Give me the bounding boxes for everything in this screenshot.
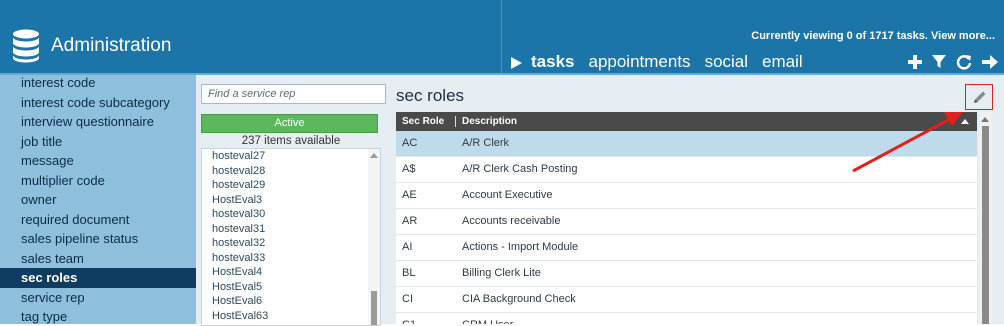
tab-tasks[interactable]: tasks <box>531 52 574 72</box>
list-item[interactable]: hosteval27 <box>202 149 380 164</box>
sidebar-item-sec-roles[interactable]: sec roles <box>0 268 196 288</box>
cell-sec-role: BL <box>402 267 416 279</box>
column-divider <box>455 116 456 127</box>
cell-description: CRM User <box>462 313 513 324</box>
cell-sec-role: AE <box>402 189 417 201</box>
table-row[interactable]: BL Billing Clerk Lite <box>396 261 977 287</box>
sort-ascending-icon[interactable] <box>961 119 969 124</box>
list-item[interactable]: HostEval63 <box>202 309 380 324</box>
table-row[interactable]: C1 CRM User <box>396 313 977 324</box>
sidebar-item-message[interactable]: message <box>0 151 196 171</box>
edit-button[interactable] <box>965 84 993 110</box>
cell-sec-role: C1 <box>402 313 416 324</box>
list-item[interactable]: hosteval28 <box>202 164 380 179</box>
cell-description: A/R Clerk Cash Posting <box>462 163 578 175</box>
service-rep-search-input[interactable] <box>201 84 386 104</box>
tasks-viewing-link[interactable]: Currently viewing 0 of 1717 tasks. View … <box>751 30 995 42</box>
filter-icon[interactable] <box>932 55 946 69</box>
table-row[interactable]: AI Actions - Import Module <box>396 235 977 261</box>
header-actions <box>908 54 998 70</box>
cell-sec-role: CI <box>402 293 413 305</box>
cell-sec-role: AI <box>402 241 413 253</box>
refresh-icon[interactable] <box>956 54 972 70</box>
list-item[interactable]: HostEval5 <box>202 280 380 295</box>
list-item[interactable]: hosteval32 <box>202 236 380 251</box>
cell-description: Account Executive <box>462 189 553 201</box>
cell-description: Billing Clerk Lite <box>462 267 541 279</box>
arrow-right-icon[interactable] <box>982 55 998 69</box>
column-header-description[interactable]: Description <box>462 112 517 131</box>
sidebar-item-job-title[interactable]: job title <box>0 132 196 152</box>
sidebar-item-tag-type[interactable]: tag type <box>0 307 196 324</box>
cell-description: Accounts receivable <box>462 215 561 227</box>
list-item[interactable]: hosteval30 <box>202 207 380 222</box>
cell-sec-role: AR <box>402 215 418 227</box>
cell-description: A/R Clerk <box>462 137 510 149</box>
top-header: Administration Currently viewing 0 of 17… <box>0 0 1004 75</box>
sec-roles-table: Sec Role Description AC A/R Clerk A$ A/R… <box>396 112 977 324</box>
scroll-up-icon[interactable] <box>370 153 378 158</box>
list-item[interactable]: HostEval4 <box>202 265 380 280</box>
plus-icon[interactable] <box>908 55 922 69</box>
play-icon[interactable] <box>511 57 522 69</box>
sidebar-item-service-rep[interactable]: service rep <box>0 288 196 308</box>
activity-nav: tasks appointments social email <box>531 52 803 72</box>
tab-social[interactable]: social <box>705 52 748 72</box>
tab-appointments[interactable]: appointments <box>588 52 690 72</box>
table-row[interactable]: CI CIA Background Check <box>396 287 977 313</box>
table-header: Sec Role Description <box>396 112 977 131</box>
scroll-up-icon[interactable] <box>981 117 989 122</box>
cell-description: Actions - Import Module <box>462 241 579 253</box>
sidebar-item-sales-pipeline-status[interactable]: sales pipeline status <box>0 229 196 249</box>
table-row[interactable]: AC A/R Clerk <box>396 131 977 157</box>
service-rep-panel: Active 237 items available hosteval27 ho… <box>196 75 386 326</box>
cell-description: CIA Background Check <box>462 293 576 305</box>
column-header-sec-role[interactable]: Sec Role <box>402 112 444 131</box>
table-scrollbar[interactable] <box>979 112 992 324</box>
header-divider <box>501 0 502 75</box>
list-item[interactable]: hosteval33 <box>202 251 380 266</box>
list-item[interactable]: hosteval31 <box>202 222 380 237</box>
active-filter-tab[interactable]: Active <box>201 114 378 133</box>
sidebar-item-multiplier-code[interactable]: multiplier code <box>0 171 196 191</box>
list-item[interactable]: hosteval29 <box>202 178 380 193</box>
admin-sidebar: interest code interest code subcategory … <box>0 75 196 324</box>
cell-sec-role: AC <box>402 137 418 149</box>
service-rep-list: hosteval27 hosteval28 hosteval29 HostEva… <box>201 148 381 326</box>
pencil-icon <box>974 91 986 103</box>
list-item[interactable]: HostEval6 <box>202 294 380 309</box>
scroll-thumb[interactable] <box>982 126 989 324</box>
items-available-count: 237 items available <box>241 135 341 147</box>
sidebar-item-interview-questionnaire[interactable]: interview questionnaire <box>0 112 196 132</box>
sidebar-item-owner[interactable]: owner <box>0 190 196 210</box>
sec-roles-panel: sec roles Sec Role Description AC A/R Cl… <box>386 75 1004 324</box>
scroll-thumb[interactable] <box>371 291 377 325</box>
table-row[interactable]: AE Account Executive <box>396 183 977 209</box>
table-row[interactable]: AR Accounts receivable <box>396 209 977 235</box>
sidebar-item-required-document[interactable]: required document <box>0 210 196 230</box>
database-icon <box>13 29 39 63</box>
tab-email[interactable]: email <box>762 52 803 72</box>
app-title: Administration <box>51 35 172 56</box>
list-scrollbar[interactable] <box>368 149 380 325</box>
cell-sec-role: A$ <box>402 163 416 175</box>
sidebar-item-interest-code-subcategory[interactable]: interest code subcategory <box>0 93 196 113</box>
table-row[interactable]: A$ A/R Clerk Cash Posting <box>396 157 977 183</box>
sidebar-item-sales-team[interactable]: sales team <box>0 249 196 269</box>
sidebar-item-interest-code[interactable]: interest code <box>0 75 196 93</box>
page-title: sec roles <box>396 86 465 105</box>
list-item[interactable]: HostEval3 <box>202 193 380 208</box>
